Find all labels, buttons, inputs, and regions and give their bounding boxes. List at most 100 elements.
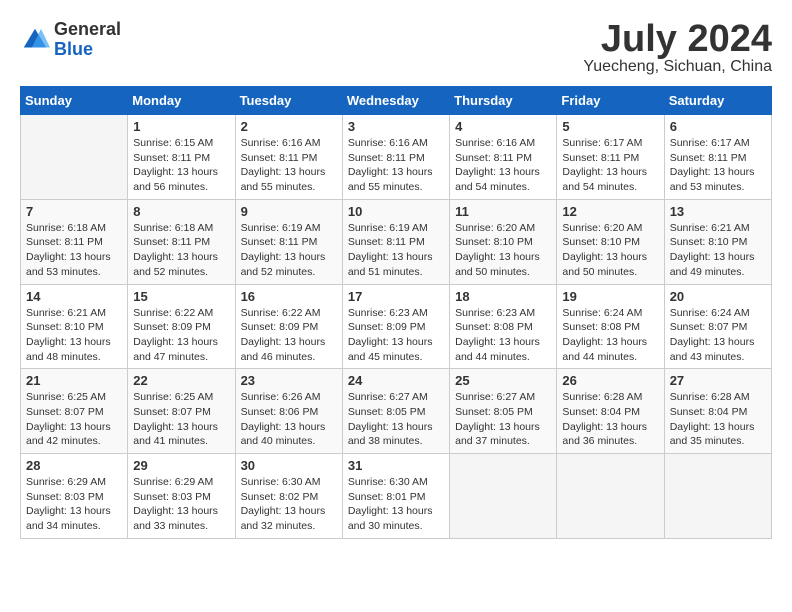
calendar-day-cell: 28 Sunrise: 6:29 AMSunset: 8:03 PMDayligh… [21, 454, 128, 539]
day-info: Sunrise: 6:16 AMSunset: 8:11 PMDaylight:… [455, 136, 551, 195]
day-number: 26 [562, 373, 658, 388]
calendar-day-cell: 27 Sunrise: 6:28 AMSunset: 8:04 PMDayligh… [664, 369, 771, 454]
day-info: Sunrise: 6:19 AMSunset: 8:11 PMDaylight:… [241, 221, 337, 280]
day-info: Sunrise: 6:16 AMSunset: 8:11 PMDaylight:… [241, 136, 337, 195]
day-number: 11 [455, 204, 551, 219]
day-number: 1 [133, 119, 229, 134]
logo-general: General [54, 20, 121, 40]
calendar-day-cell: 1 Sunrise: 6:15 AMSunset: 8:11 PMDaylight… [128, 115, 235, 200]
day-number: 17 [348, 289, 444, 304]
calendar-day-cell: 19 Sunrise: 6:24 AMSunset: 8:08 PMDayligh… [557, 284, 664, 369]
calendar-day-cell: 11 Sunrise: 6:20 AMSunset: 8:10 PMDayligh… [450, 199, 557, 284]
day-info: Sunrise: 6:22 AMSunset: 8:09 PMDaylight:… [133, 306, 229, 365]
day-number: 18 [455, 289, 551, 304]
calendar-day-cell: 14Sunrise: 6:21 AMSunset: 8:10 PMDayligh… [21, 284, 128, 369]
title-block: July 2024 Yuecheng, Sichuan, China [583, 20, 772, 76]
day-number: 10 [348, 204, 444, 219]
calendar-week-row: 28 Sunrise: 6:29 AMSunset: 8:03 PMDayligh… [21, 454, 772, 539]
weekday-header: Wednesday [342, 87, 449, 115]
calendar-day-cell: 24 Sunrise: 6:27 AMSunset: 8:05 PMDayligh… [342, 369, 449, 454]
logo-text: General Blue [54, 20, 121, 60]
day-number: 7 [26, 204, 122, 219]
day-number: 5 [562, 119, 658, 134]
day-info: Sunrise: 6:30 AMSunset: 8:02 PMDaylight:… [241, 475, 337, 534]
day-info: Sunrise: 6:25 AMSunset: 8:07 PMDaylight:… [133, 390, 229, 449]
calendar-day-cell: 26 Sunrise: 6:28 AMSunset: 8:04 PMDayligh… [557, 369, 664, 454]
day-number: 15 [133, 289, 229, 304]
calendar-header-row: SundayMondayTuesdayWednesdayThursdayFrid… [21, 87, 772, 115]
day-number: 22 [133, 373, 229, 388]
day-number: 21 [26, 373, 122, 388]
day-info: Sunrise: 6:23 AMSunset: 8:09 PMDaylight:… [348, 306, 444, 365]
weekday-header: Monday [128, 87, 235, 115]
day-info: Sunrise: 6:20 AMSunset: 8:10 PMDaylight:… [562, 221, 658, 280]
calendar-week-row: 21 Sunrise: 6:25 AMSunset: 8:07 PMDayligh… [21, 369, 772, 454]
day-info: Sunrise: 6:24 AMSunset: 8:07 PMDaylight:… [670, 306, 766, 365]
logo-blue: Blue [54, 40, 121, 60]
calendar-day-cell: 16Sunrise: 6:22 AMSunset: 8:09 PMDayligh… [235, 284, 342, 369]
day-info: Sunrise: 6:29 AMSunset: 8:03 PMDaylight:… [133, 475, 229, 534]
day-number: 30 [241, 458, 337, 473]
day-number: 24 [348, 373, 444, 388]
day-number: 19 [562, 289, 658, 304]
day-info: Sunrise: 6:20 AMSunset: 8:10 PMDaylight:… [455, 221, 551, 280]
day-number: 4 [455, 119, 551, 134]
day-info: Sunrise: 6:24 AMSunset: 8:08 PMDaylight:… [562, 306, 658, 365]
day-number: 9 [241, 204, 337, 219]
weekday-header: Thursday [450, 87, 557, 115]
day-info: Sunrise: 6:23 AMSunset: 8:08 PMDaylight:… [455, 306, 551, 365]
day-info: Sunrise: 6:19 AMSunset: 8:11 PMDaylight:… [348, 221, 444, 280]
day-number: 27 [670, 373, 766, 388]
calendar-day-cell: 9 Sunrise: 6:19 AMSunset: 8:11 PMDaylight… [235, 199, 342, 284]
day-info: Sunrise: 6:21 AMSunset: 8:10 PMDaylight:… [670, 221, 766, 280]
calendar-day-cell: 7Sunrise: 6:18 AMSunset: 8:11 PMDaylight… [21, 199, 128, 284]
calendar-day-cell: 5 Sunrise: 6:17 AMSunset: 8:11 PMDaylight… [557, 115, 664, 200]
calendar-day-cell: 22 Sunrise: 6:25 AMSunset: 8:07 PMDayligh… [128, 369, 235, 454]
calendar-day-cell: 18 Sunrise: 6:23 AMSunset: 8:08 PMDayligh… [450, 284, 557, 369]
day-info: Sunrise: 6:26 AMSunset: 8:06 PMDaylight:… [241, 390, 337, 449]
day-info: Sunrise: 6:16 AMSunset: 8:11 PMDaylight:… [348, 136, 444, 195]
calendar-day-cell [450, 454, 557, 539]
day-number: 16 [241, 289, 337, 304]
day-number: 29 [133, 458, 229, 473]
day-info: Sunrise: 6:29 AMSunset: 8:03 PMDaylight:… [26, 475, 122, 534]
calendar-table: SundayMondayTuesdayWednesdayThursdayFrid… [20, 86, 772, 539]
weekday-header: Sunday [21, 87, 128, 115]
day-number: 14 [26, 289, 122, 304]
calendar-day-cell [21, 115, 128, 200]
calendar-day-cell: 2 Sunrise: 6:16 AMSunset: 8:11 PMDaylight… [235, 115, 342, 200]
calendar-day-cell: 21Sunrise: 6:25 AMSunset: 8:07 PMDayligh… [21, 369, 128, 454]
month-year-title: July 2024 [583, 20, 772, 58]
day-number: 2 [241, 119, 337, 134]
calendar-day-cell [557, 454, 664, 539]
day-number: 13 [670, 204, 766, 219]
day-info: Sunrise: 6:28 AMSunset: 8:04 PMDaylight:… [562, 390, 658, 449]
calendar-day-cell: 29 Sunrise: 6:29 AMSunset: 8:03 PMDayligh… [128, 454, 235, 539]
calendar-day-cell: 12 Sunrise: 6:20 AMSunset: 8:10 PMDayligh… [557, 199, 664, 284]
calendar-day-cell: 30 Sunrise: 6:30 AMSunset: 8:02 PMDayligh… [235, 454, 342, 539]
day-info: Sunrise: 6:27 AMSunset: 8:05 PMDaylight:… [455, 390, 551, 449]
day-info: Sunrise: 6:17 AMSunset: 8:11 PMDaylight:… [562, 136, 658, 195]
day-number: 12 [562, 204, 658, 219]
calendar-day-cell: 6Sunrise: 6:17 AMSunset: 8:11 PMDaylight… [664, 115, 771, 200]
weekday-header: Saturday [664, 87, 771, 115]
logo-icon [20, 25, 50, 55]
day-info: Sunrise: 6:27 AMSunset: 8:05 PMDaylight:… [348, 390, 444, 449]
day-info: Sunrise: 6:15 AMSunset: 8:11 PMDaylight:… [133, 136, 229, 195]
calendar-day-cell: 10 Sunrise: 6:19 AMSunset: 8:11 PMDayligh… [342, 199, 449, 284]
calendar-week-row: 1 Sunrise: 6:15 AMSunset: 8:11 PMDaylight… [21, 115, 772, 200]
day-number: 28 [26, 458, 122, 473]
logo: General Blue [20, 20, 121, 60]
weekday-header: Friday [557, 87, 664, 115]
day-number: 25 [455, 373, 551, 388]
calendar-day-cell: 25 Sunrise: 6:27 AMSunset: 8:05 PMDayligh… [450, 369, 557, 454]
calendar-day-cell: 3Sunrise: 6:16 AMSunset: 8:11 PMDaylight… [342, 115, 449, 200]
calendar-week-row: 7Sunrise: 6:18 AMSunset: 8:11 PMDaylight… [21, 199, 772, 284]
day-info: Sunrise: 6:17 AMSunset: 8:11 PMDaylight:… [670, 136, 766, 195]
day-info: Sunrise: 6:30 AMSunset: 8:01 PMDaylight:… [348, 475, 444, 534]
day-info: Sunrise: 6:28 AMSunset: 8:04 PMDaylight:… [670, 390, 766, 449]
calendar-day-cell: 20Sunrise: 6:24 AMSunset: 8:07 PMDayligh… [664, 284, 771, 369]
page-header: General Blue July 2024 Yuecheng, Sichuan… [20, 20, 772, 76]
calendar-day-cell: 23Sunrise: 6:26 AMSunset: 8:06 PMDayligh… [235, 369, 342, 454]
weekday-header: Tuesday [235, 87, 342, 115]
